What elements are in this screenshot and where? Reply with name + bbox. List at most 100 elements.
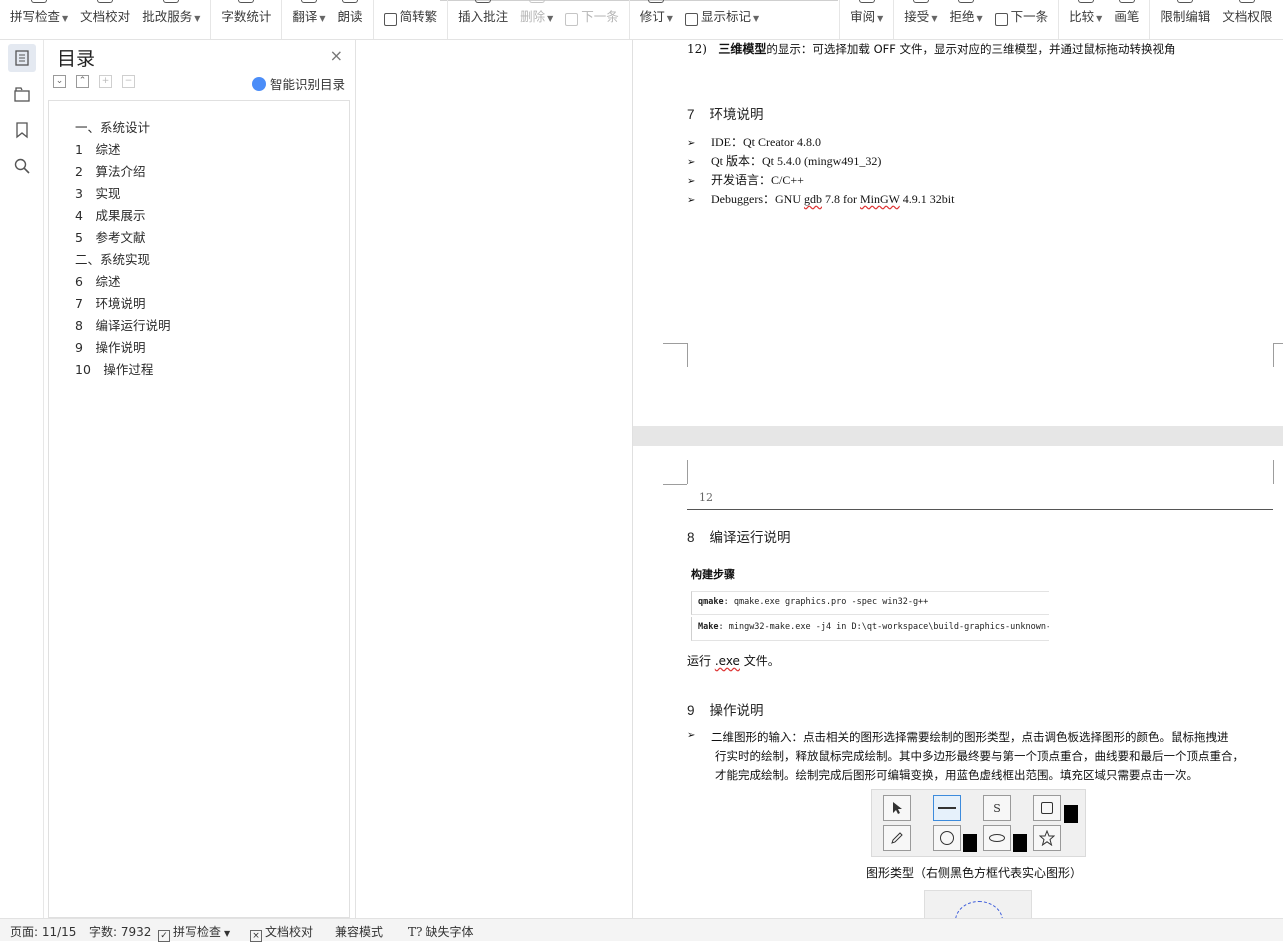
toc-item[interactable]: 6 综述 [75, 271, 120, 290]
toc-item[interactable]: 1 综述 [75, 139, 120, 158]
smart-toc-icon [251, 76, 266, 91]
bullet-text: MinGW [859, 192, 900, 206]
list-item-12: 12) 三维模型的显示：可选择加载 OFF 文件，显示对应的三维模型，并通过鼠标… [687, 42, 1176, 56]
add-heading-icon[interactable]: + [99, 75, 112, 88]
crop-mark [687, 460, 688, 484]
next-change-button[interactable]: 下一条 [989, 0, 1055, 39]
document-permission-button[interactable]: 文档权限 [1216, 0, 1278, 39]
selection-pane-icon[interactable] [8, 80, 36, 108]
compatibility-mode[interactable]: 兼容模式 [335, 923, 383, 940]
page-header-number: 12 [699, 491, 713, 504]
status-bar: 页面: 11/15 字数: 7932 ✓ 拼写检查 ▼ × 文档校对 兼容模式 T? 缺… [0, 918, 1283, 942]
toc-item[interactable]: 8 编译运行说明 [75, 315, 170, 334]
expand-all-icon[interactable]: ⌃ [76, 75, 89, 88]
document-permission-icon [1239, 0, 1256, 3]
next-change-icon [994, 13, 1008, 26]
toc-item[interactable]: 7 环境说明 [75, 293, 145, 312]
bullet-arrow-icon: ➢ [687, 138, 696, 149]
toc-item[interactable]: 10 操作过程 [75, 359, 153, 378]
remove-heading-icon[interactable]: − [122, 75, 135, 88]
toc-item[interactable]: 一、系统设计 [75, 117, 150, 136]
toc-title: 目录 [57, 48, 96, 70]
crop-mark [1273, 343, 1274, 367]
header-rule [687, 509, 1273, 510]
list-item: ➢ Debuggers：GNU gdb 7.8 for MinGW 4.9.1 3… [687, 190, 954, 207]
compare-icon [1077, 0, 1094, 3]
compare-button[interactable]: 比较 ▼ [1063, 0, 1108, 39]
bullet-text: Debuggers：GNU [711, 192, 804, 206]
run-exe-text: 运行 .exe 文件。 [687, 654, 780, 668]
next-comment-button[interactable]: 下一条 [559, 0, 625, 39]
simplified-to-traditional-button[interactable]: 简转繁 [378, 0, 444, 39]
toc-item[interactable]: 5 参考文献 [75, 227, 145, 246]
ribbon-group-count: 字数统计 [210, 0, 281, 39]
toc-item[interactable]: 4 成果展示 [75, 205, 145, 224]
chevron-down-icon: ▼ [976, 14, 983, 23]
delete-comment-button[interactable]: 删除 ▼ [514, 0, 559, 39]
track-changes-button[interactable]: 修订 ▼ [634, 0, 679, 39]
correction-icon [163, 0, 180, 3]
code-line-qmake: qmake: qmake.exe graphics.pro -spec win3… [691, 591, 1049, 615]
spell-check-button[interactable]: 拼写检查 ▼ [4, 0, 74, 39]
toc-item[interactable]: 9 操作说明 [75, 337, 145, 356]
navigation-rail [0, 40, 44, 918]
toc-item[interactable]: 3 实现 [75, 183, 120, 202]
proofread-icon: × [250, 930, 262, 942]
insert-comment-button[interactable]: 插入批注 [452, 0, 514, 39]
missing-font-button[interactable]: T? 缺失字体 [408, 923, 473, 940]
pen-button[interactable]: 画笔 [1108, 0, 1145, 39]
star-icon [1033, 825, 1061, 851]
word-count-button[interactable]: 字数统计 [215, 0, 277, 39]
show-markup-button[interactable]: 显示标记 ▼ [679, 0, 765, 39]
toc-item[interactable]: 二、系统实现 [75, 249, 150, 268]
document-canvas: 12) 三维模型的显示：可选择加载 OFF 文件，显示对应的三维模型，并通过鼠标… [356, 40, 1283, 918]
pointer-icon [883, 795, 911, 821]
correction-service-button[interactable]: 批改服务 ▼ [136, 0, 206, 39]
spell-check-icon [31, 0, 48, 3]
comment-icon [475, 0, 492, 3]
chevron-down-icon: ▼ [931, 14, 938, 23]
accept-button[interactable]: 接受 ▼ [898, 0, 943, 39]
search-icon[interactable] [8, 152, 36, 180]
word-count-indicator[interactable]: 字数: 7932 [89, 923, 151, 940]
document-proofread-button[interactable]: 文档校对 [74, 0, 136, 39]
smart-toc-button[interactable]: 智能识别目录 [251, 74, 345, 93]
toc-list: 一、系统设计 1 综述 2 算法介绍 3 实现 4 成果展示 5 参考文献 二、系统实现 6 … [48, 100, 350, 918]
reject-button[interactable]: 拒绝 ▼ [943, 0, 988, 39]
review-icon [858, 0, 875, 3]
page-gap [633, 426, 1283, 446]
bullet-arrow-icon: ➢ [687, 157, 696, 168]
circle-icon [933, 825, 961, 851]
review-button[interactable]: 审阅 ▼ [844, 0, 889, 39]
page-indicator[interactable]: 页面: 11/15 [10, 923, 76, 940]
delete-comment-icon [528, 0, 545, 3]
toc-item[interactable]: 2 算法介绍 [75, 161, 145, 180]
translate-button[interactable]: 翻译 ▼ [286, 0, 331, 39]
bullet-arrow-icon: ➢ [687, 730, 696, 741]
ribbon-group-accept: 接受 ▼ 拒绝 ▼ 下一条 [893, 0, 1058, 39]
collapse-all-icon[interactable]: ⌄ [53, 75, 66, 88]
figure-image [924, 890, 1032, 918]
bookmark-icon[interactable] [8, 116, 36, 144]
rectangle-glyph [1041, 802, 1053, 814]
close-icon[interactable]: × [330, 46, 343, 65]
chevron-down-icon: ▼ [1096, 14, 1103, 23]
restrict-editing-button[interactable]: 限制编辑 [1154, 0, 1216, 39]
crop-mark [687, 343, 688, 367]
ribbon-group-protect: 限制编辑 文档权限 [1149, 0, 1282, 39]
bullet-text: 开发语言：C/C++ [711, 173, 804, 187]
status-spell-check[interactable]: ✓ 拼写检查 ▼ [158, 923, 230, 942]
toc-icon[interactable] [8, 44, 36, 72]
shape-type-image: S [871, 789, 1086, 857]
proofread-icon [97, 0, 114, 3]
status-proofread[interactable]: × 文档校对 [250, 923, 313, 942]
figure-caption: 图形类型（右侧黑色方框代表实心图形） [866, 866, 1083, 880]
translate-icon [300, 0, 317, 3]
heading-7: 7 环境说明 [687, 107, 764, 122]
list-item: ➢ 开发语言：C/C++ [687, 171, 804, 188]
rectangle-icon [1033, 795, 1061, 821]
accept-icon [912, 0, 929, 3]
solid-fill-swatch [1013, 834, 1027, 852]
ribbon-toolbar: 拼写检查 ▼ 文档校对 批改服务 ▼ 字数统计 翻译 ▼ 朗读 简转繁 插入批注 删除… [0, 0, 1283, 40]
read-aloud-button[interactable]: 朗读 [332, 0, 369, 39]
